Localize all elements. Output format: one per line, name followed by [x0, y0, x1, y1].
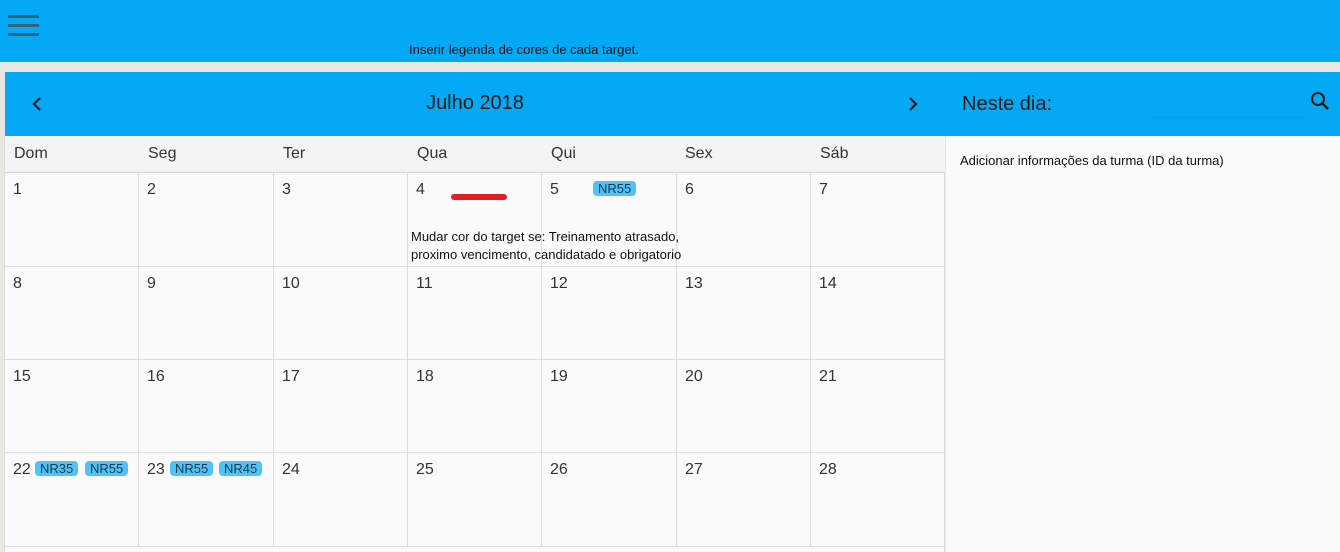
- calendar-week-row: 22 NR35 NR55 23 NR55 NR45 24 25 26 27 28: [5, 453, 945, 547]
- day-number: 17: [282, 368, 300, 385]
- training-tag[interactable]: NR55: [170, 461, 214, 476]
- day-cell[interactable]: 23 NR55 NR45: [139, 453, 274, 546]
- class-info-text: Adicionar informações da turma (ID da tu…: [960, 153, 1224, 168]
- weekday-header-row: Dom Seg Ter Qua Qui Sex Sáb: [5, 136, 945, 173]
- day-cell[interactable]: 27: [677, 453, 811, 546]
- highlight-mark: [451, 194, 507, 200]
- training-tag[interactable]: NR45: [219, 461, 263, 476]
- weekday-label: Qui: [551, 145, 576, 162]
- day-number: 12: [550, 275, 568, 292]
- day-cell[interactable]: 7: [811, 173, 945, 266]
- day-cell[interactable]: 3: [274, 173, 408, 266]
- day-number: 10: [282, 275, 300, 292]
- calendar-header: Julho 2018: [5, 72, 945, 136]
- day-cell[interactable]: 16: [139, 360, 274, 452]
- day-cell[interactable]: 20: [677, 360, 811, 452]
- day-number: 7: [819, 181, 828, 198]
- side-panel-header: Neste dia:: [945, 72, 1340, 136]
- target-color-note: Mudar cor do target se: Treinamento atra…: [411, 228, 751, 264]
- weekday-label: Ter: [283, 145, 306, 162]
- weekday-label: Dom: [14, 145, 48, 162]
- weekday-label: Qua: [417, 145, 448, 162]
- day-cell[interactable]: 2: [139, 173, 274, 266]
- day-cell[interactable]: 28: [811, 453, 945, 546]
- day-cell[interactable]: 15: [5, 360, 139, 452]
- weekday-label: Seg: [148, 145, 177, 162]
- day-number: 13: [685, 275, 703, 292]
- divider-strip: [0, 62, 1340, 72]
- day-cell[interactable]: 19: [542, 360, 677, 452]
- day-number: 26: [550, 461, 568, 478]
- day-number: 25: [416, 461, 434, 478]
- month-title: Julho 2018: [426, 92, 524, 114]
- side-panel-title: Neste dia:: [962, 93, 1053, 115]
- training-tag[interactable]: NR55: [593, 181, 637, 196]
- day-number: 11: [416, 275, 433, 292]
- day-number: 20: [685, 368, 703, 385]
- weekday-label: Sáb: [820, 145, 849, 162]
- training-tag[interactable]: NR35: [35, 461, 79, 476]
- target-note-line: Mudar cor do target se: Treinamento atra…: [411, 229, 680, 244]
- day-cell[interactable]: 25: [408, 453, 542, 546]
- day-number: 6: [685, 181, 694, 198]
- day-number: 18: [416, 368, 434, 385]
- day-number: 24: [282, 461, 300, 478]
- day-number: 16: [147, 368, 165, 385]
- chevron-right-icon[interactable]: [901, 92, 925, 116]
- day-number: 8: [13, 275, 22, 292]
- day-number: 28: [819, 461, 837, 478]
- day-number: 4: [416, 181, 425, 198]
- day-number: 3: [282, 181, 291, 198]
- day-cell[interactable]: 10: [274, 267, 408, 359]
- day-number: 22: [13, 461, 31, 478]
- calendar-week-row: 15 16 17 18 19 20 21: [5, 360, 945, 453]
- day-cell[interactable]: 24: [274, 453, 408, 546]
- day-cell[interactable]: 8: [5, 267, 139, 359]
- day-number: 14: [819, 275, 837, 292]
- day-cell[interactable]: 9: [139, 267, 274, 359]
- day-cell[interactable]: 1: [5, 173, 139, 266]
- target-note-line: proximo vencimento, candidatado e obriga…: [411, 247, 682, 262]
- day-number: 27: [685, 461, 703, 478]
- day-number: 19: [550, 368, 568, 385]
- app-top-bar: Inserir legenda de cores de cada target.: [0, 0, 1340, 62]
- day-number: 1: [13, 181, 22, 198]
- day-cell[interactable]: 21: [811, 360, 945, 452]
- day-number: 23: [147, 461, 165, 478]
- hamburger-menu-icon[interactable]: [8, 14, 40, 40]
- day-cell[interactable]: 26: [542, 453, 677, 546]
- day-number: 5: [550, 181, 559, 198]
- day-number: 15: [13, 368, 31, 385]
- search-input[interactable]: [1150, 88, 1307, 118]
- day-cell[interactable]: 18: [408, 360, 542, 452]
- training-tag[interactable]: NR55: [85, 461, 129, 476]
- legend-note: Inserir legenda de cores de cada target.: [409, 42, 639, 57]
- day-cell[interactable]: 12: [542, 267, 677, 359]
- day-number: 9: [147, 275, 156, 292]
- day-number: 21: [819, 368, 837, 385]
- day-cell[interactable]: 13: [677, 267, 811, 359]
- day-cell[interactable]: 11: [408, 267, 542, 359]
- day-number: 2: [147, 181, 156, 198]
- side-panel: Adicionar informações da turma (ID da tu…: [946, 136, 1340, 552]
- day-cell[interactable]: 14: [811, 267, 945, 359]
- day-cell[interactable]: 22 NR35 NR55: [5, 453, 139, 546]
- weekday-label: Sex: [685, 145, 713, 162]
- search-icon[interactable]: [1309, 90, 1331, 112]
- day-cell[interactable]: 17: [274, 360, 408, 452]
- calendar-week-row: 8 9 10 11 12 13 14: [5, 267, 945, 360]
